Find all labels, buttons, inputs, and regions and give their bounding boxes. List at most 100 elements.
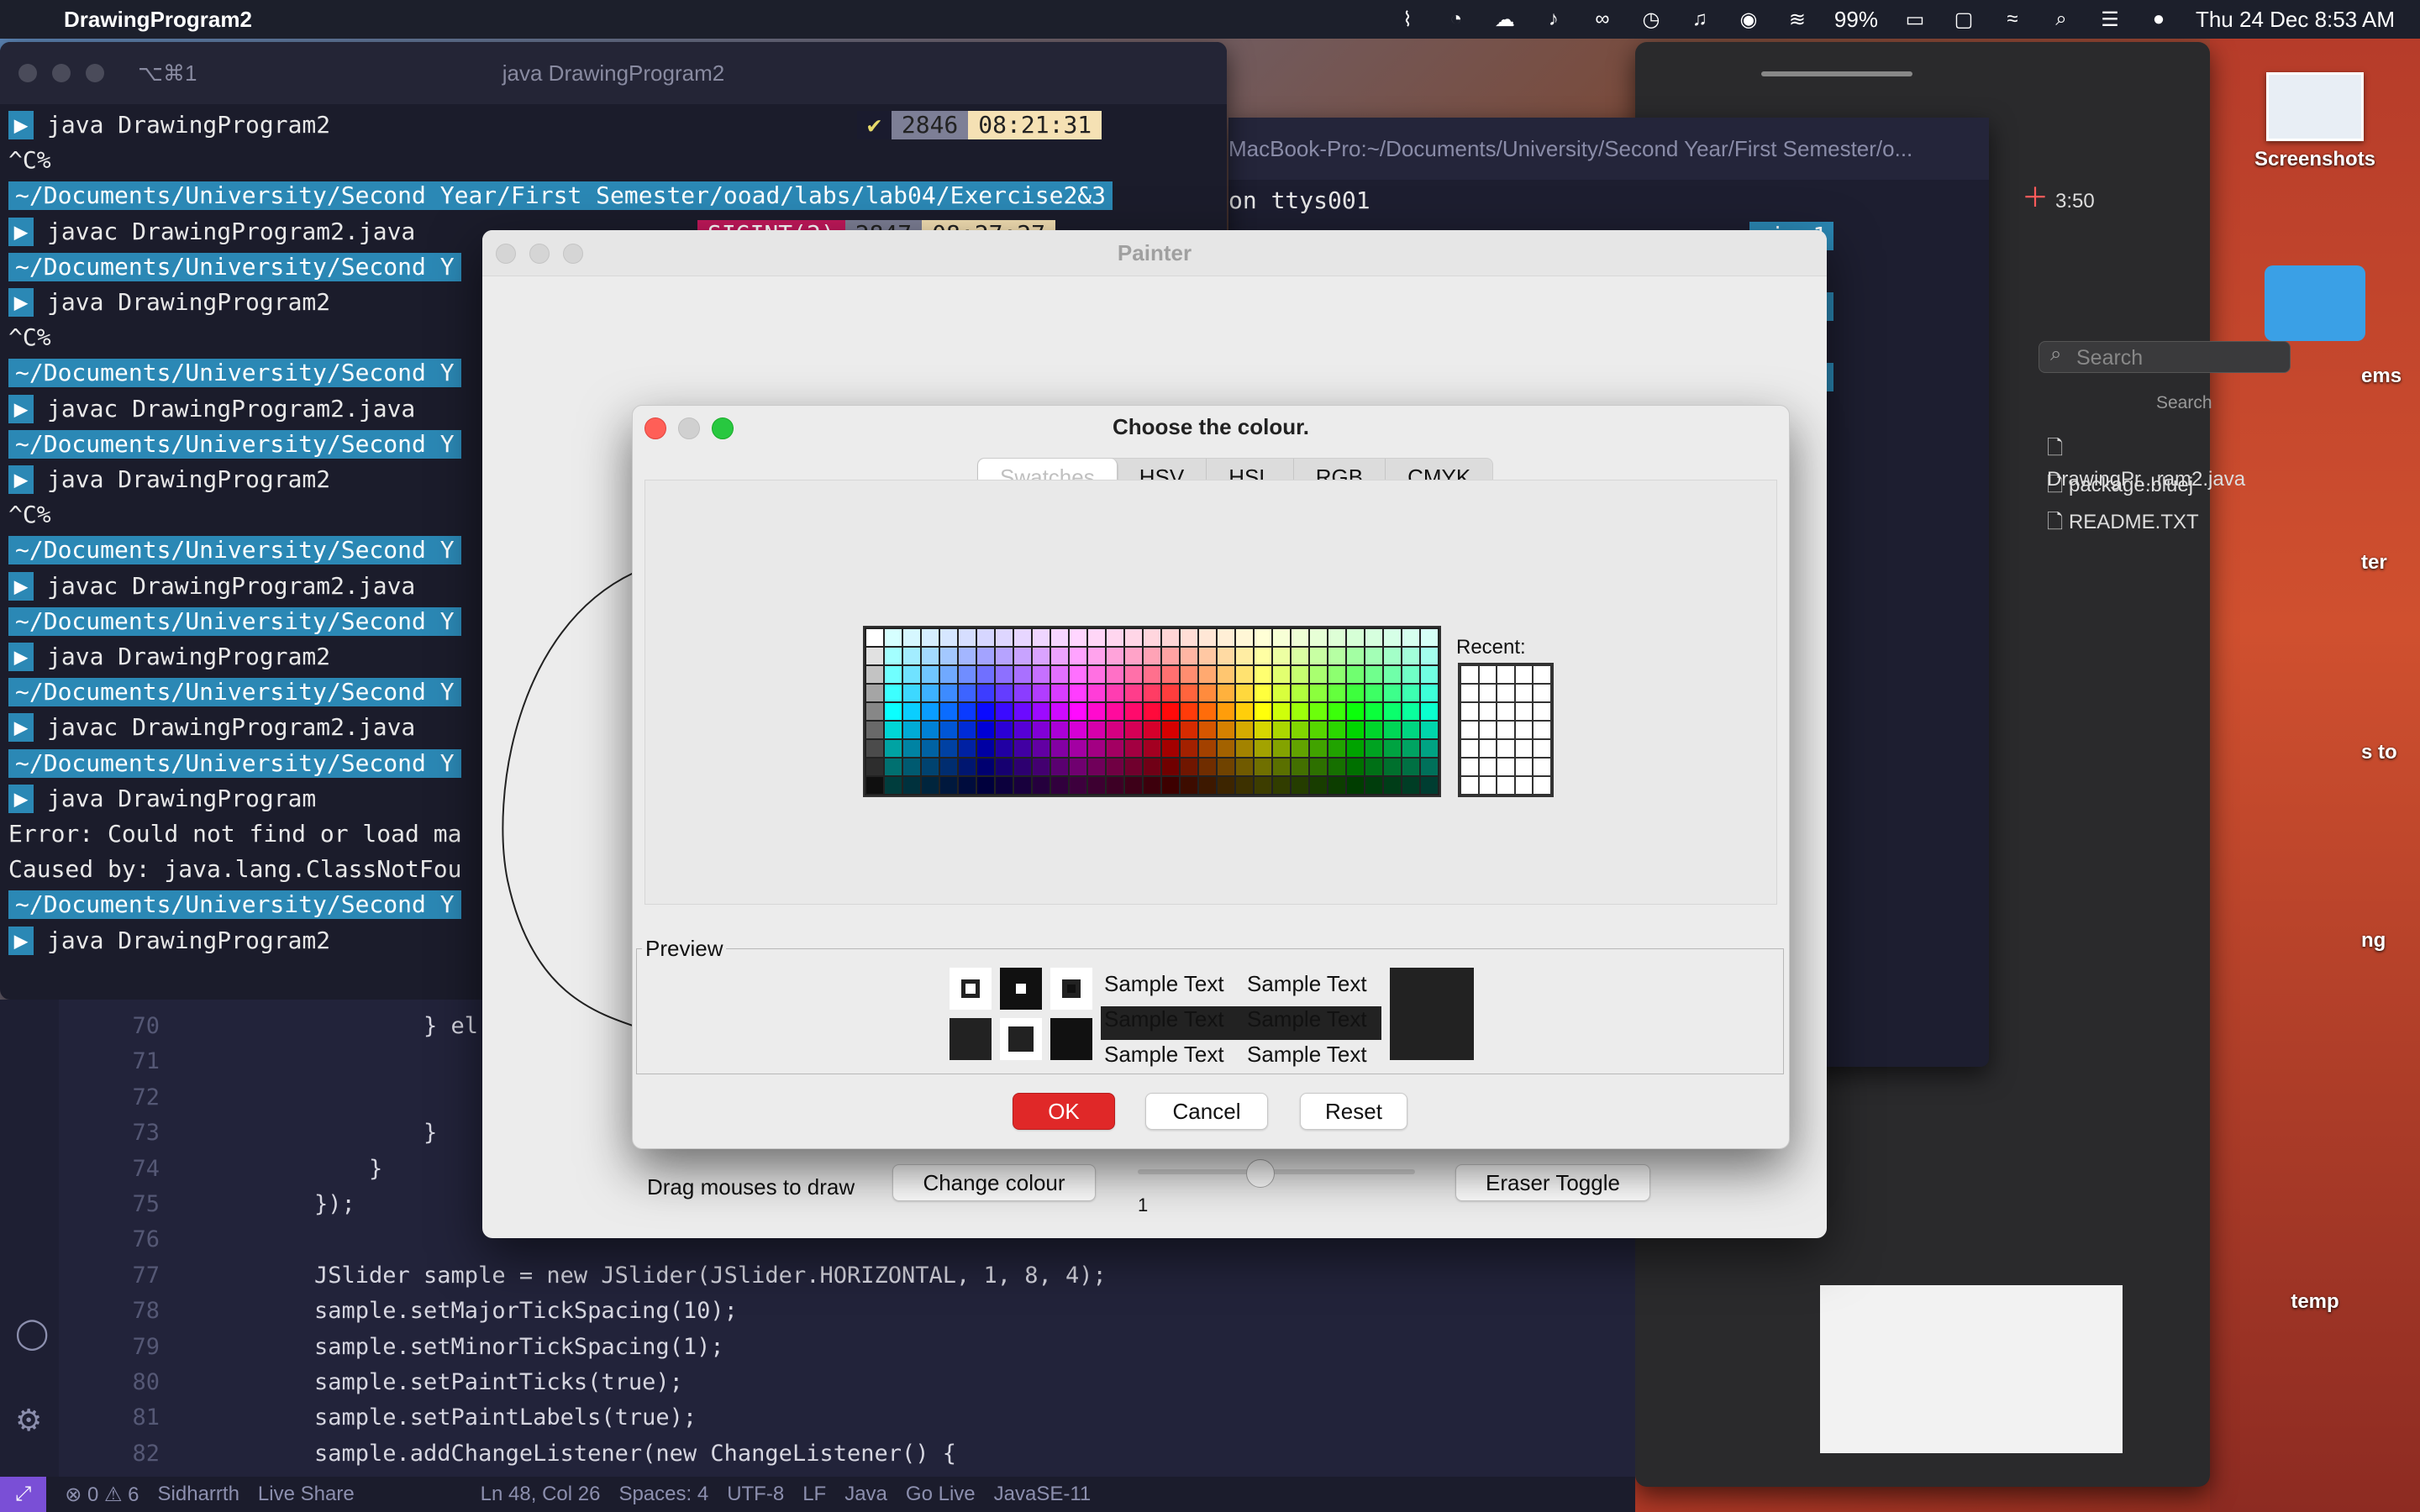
eraser-toggle-button[interactable]: Eraser Toggle <box>1455 1164 1650 1201</box>
swatch-cell[interactable] <box>1051 648 1068 664</box>
swatch-cell[interactable] <box>1162 777 1179 794</box>
swatch-cell[interactable] <box>1125 629 1142 646</box>
swatch-cell[interactable] <box>996 722 1013 738</box>
swatch-cell[interactable] <box>1421 722 1438 738</box>
recent-swatch-cell[interactable] <box>1479 759 1497 775</box>
swatch-cell[interactable] <box>1144 759 1160 775</box>
swatch-cell[interactable] <box>1421 740 1438 757</box>
swatch-cell[interactable] <box>903 777 920 794</box>
swatch-cell[interactable] <box>885 648 902 664</box>
swatch-cell[interactable] <box>1107 759 1123 775</box>
gauge-icon[interactable]: ◔ <box>1444 8 1468 31</box>
swatch-cell[interactable] <box>1199 722 1216 738</box>
swatch-cell[interactable] <box>1014 759 1031 775</box>
indentation[interactable]: Spaces: 4 <box>618 1483 708 1506</box>
swatch-cell[interactable] <box>1162 648 1179 664</box>
swatch-cell[interactable] <box>1421 648 1438 664</box>
swatch-cell[interactable] <box>903 722 920 738</box>
swatch-cell[interactable] <box>903 759 920 775</box>
swatch-cell[interactable] <box>1144 777 1160 794</box>
swatch-cell[interactable] <box>1218 666 1234 683</box>
notification-icon[interactable]: ♪ <box>1542 8 1565 31</box>
swatch-cell[interactable] <box>959 629 976 646</box>
swatch-cell[interactable] <box>1402 629 1419 646</box>
swatch-cell[interactable] <box>1070 648 1086 664</box>
swatch-cell[interactable] <box>1181 777 1197 794</box>
recent-swatch-cell[interactable] <box>1461 685 1478 701</box>
swatch-cell[interactable] <box>866 759 883 775</box>
swatch-cell[interactable] <box>1070 703 1086 720</box>
minimize-button[interactable] <box>529 244 550 264</box>
recent-swatches[interactable] <box>1458 663 1554 797</box>
swatch-cell[interactable] <box>940 777 957 794</box>
swatch-cell[interactable] <box>1088 685 1105 701</box>
swatch-cell[interactable] <box>922 722 939 738</box>
swatch-cell[interactable] <box>977 648 994 664</box>
swatch-cell[interactable] <box>1181 685 1197 701</box>
time-machine-icon[interactable]: ◷ <box>1639 8 1663 31</box>
swatch-cell[interactable] <box>1421 777 1438 794</box>
swatch-cell[interactable] <box>1181 759 1197 775</box>
swatch-cell[interactable] <box>885 666 902 683</box>
user-icon[interactable]: ◉ <box>1737 8 1760 31</box>
swatch-cell[interactable] <box>959 722 976 738</box>
swatch-cell[interactable] <box>977 759 994 775</box>
swatch-cell[interactable] <box>1033 740 1050 757</box>
swatch-cell[interactable] <box>1125 666 1142 683</box>
swatch-cell[interactable] <box>1033 629 1050 646</box>
swatch-cell[interactable] <box>922 629 939 646</box>
swatch-cell[interactable] <box>922 666 939 683</box>
swatch-cell[interactable] <box>1402 648 1419 664</box>
swatch-cell[interactable] <box>1070 777 1086 794</box>
swatch-cell[interactable] <box>1199 648 1216 664</box>
swatch-cell[interactable] <box>1218 629 1234 646</box>
swatch-cell[interactable] <box>1033 666 1050 683</box>
swatch-cell[interactable] <box>1292 685 1308 701</box>
swatch-cell[interactable] <box>1199 759 1216 775</box>
swatch-cell[interactable] <box>1402 722 1419 738</box>
swatch-cell[interactable] <box>1107 740 1123 757</box>
swatch-cell[interactable] <box>1199 703 1216 720</box>
swatch-cell[interactable] <box>959 703 976 720</box>
swatch-cell[interactable] <box>1162 759 1179 775</box>
swatch-cell[interactable] <box>977 740 994 757</box>
swatch-cell[interactable] <box>959 759 976 775</box>
recent-swatch-cell[interactable] <box>1497 685 1514 701</box>
swatch-cell[interactable] <box>1051 703 1068 720</box>
swatch-cell[interactable] <box>922 740 939 757</box>
swatch-cell[interactable] <box>885 722 902 738</box>
swatch-cell[interactable] <box>1181 703 1197 720</box>
swatch-cell[interactable] <box>1384 722 1401 738</box>
swatch-cell[interactable] <box>1181 629 1197 646</box>
account-icon[interactable]: ◯ <box>15 1315 49 1351</box>
swatch-cell[interactable] <box>1070 629 1086 646</box>
swatch-cell[interactable] <box>1292 759 1308 775</box>
swatch-cell[interactable] <box>1255 648 1271 664</box>
swatch-cell[interactable] <box>1070 722 1086 738</box>
encoding[interactable]: UTF-8 <box>727 1483 784 1506</box>
swatch-cell[interactable] <box>1033 685 1050 701</box>
swatch-cell[interactable] <box>1051 722 1068 738</box>
swatch-cell[interactable] <box>1421 629 1438 646</box>
swatch-cell[interactable] <box>1292 722 1308 738</box>
swatch-cell[interactable] <box>1402 703 1419 720</box>
swatch-cell[interactable] <box>1033 722 1050 738</box>
swatch-cell[interactable] <box>1181 740 1197 757</box>
swatch-cell[interactable] <box>1088 777 1105 794</box>
swatch-cell[interactable] <box>866 666 883 683</box>
live-share-button[interactable]: Live Share <box>258 1483 355 1506</box>
swatch-cell[interactable] <box>1328 740 1345 757</box>
swatch-cell[interactable] <box>1088 722 1105 738</box>
cursor-position[interactable]: Ln 48, Col 26 <box>481 1483 601 1506</box>
swatch-cell[interactable] <box>866 629 883 646</box>
swatch-grid[interactable] <box>863 626 1441 797</box>
recent-swatch-cell[interactable] <box>1479 666 1497 683</box>
swatch-cell[interactable] <box>903 629 920 646</box>
desktop-item-folder[interactable] <box>2252 265 2378 341</box>
swatch-cell[interactable] <box>1273 722 1290 738</box>
swatch-cell[interactable] <box>1218 740 1234 757</box>
swatch-cell[interactable] <box>866 722 883 738</box>
swatch-cell[interactable] <box>1162 685 1179 701</box>
swatch-cell[interactable] <box>1033 777 1050 794</box>
swatch-cell[interactable] <box>866 777 883 794</box>
